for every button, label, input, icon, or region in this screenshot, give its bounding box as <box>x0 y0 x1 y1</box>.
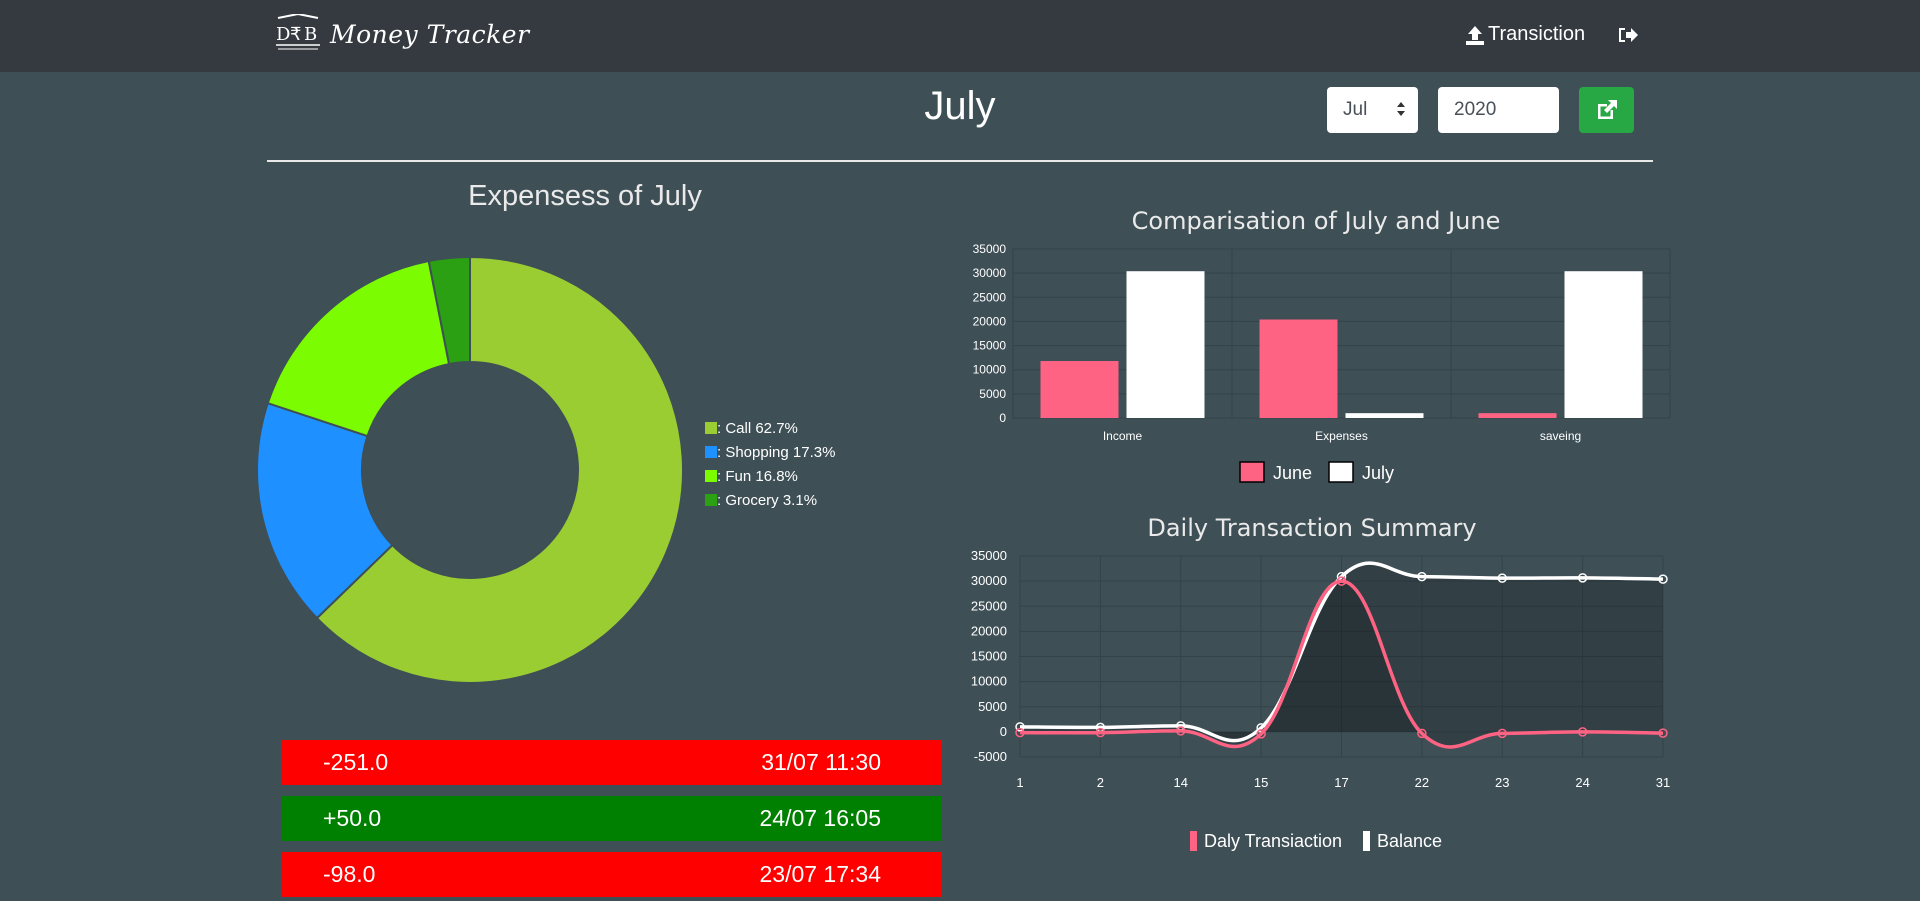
legend-label: June <box>1273 463 1312 483</box>
y-tick-label: 5000 <box>978 699 1007 714</box>
divider <box>267 160 1653 162</box>
transaction-row[interactable]: -98.0 23/07 17:34 <box>281 852 941 897</box>
legend-swatch <box>1239 461 1265 483</box>
y-tick-label: 15000 <box>971 649 1007 664</box>
line-chart-title: Daily Transaction Summary <box>1147 514 1476 542</box>
transaction-datetime: 31/07 11:30 <box>761 749 881 775</box>
transaction-link[interactable]: Transiction <box>1464 23 1585 46</box>
y-tick-label: 10000 <box>973 363 1007 377</box>
y-tick-label: 35000 <box>973 242 1007 256</box>
y-tick-label: 30000 <box>971 573 1007 588</box>
sort-caret-icon <box>1397 102 1405 116</box>
transaction-row[interactable]: +50.0 24/07 16:05 <box>281 796 941 841</box>
x-tick-label: 22 <box>1415 775 1429 790</box>
x-tick-label: 1 <box>1016 775 1023 790</box>
donut-slice-fun <box>266 259 451 438</box>
y-tick-label: -5000 <box>974 749 1007 764</box>
y-tick-label: 20000 <box>971 623 1007 638</box>
x-tick-label: 2 <box>1097 775 1104 790</box>
navbar: D ₹ B Money Tracker Transiction <box>0 0 1920 72</box>
legend-label: Daly Transiaction <box>1204 831 1342 851</box>
bar-july <box>1564 271 1643 418</box>
y-tick-label: 15000 <box>973 339 1007 353</box>
x-tick-label: 23 <box>1495 775 1509 790</box>
svg-text:D: D <box>276 24 290 45</box>
x-tick-label: Income <box>1103 429 1143 443</box>
y-tick-label: 35000 <box>971 548 1007 563</box>
transaction-amount: -98.0 <box>323 861 376 887</box>
month-title: July <box>924 84 996 128</box>
brand-logo-icon: D ₹ B <box>276 14 320 50</box>
y-tick-label: 20000 <box>973 314 1007 328</box>
month-select[interactable]: Jul <box>1327 87 1418 133</box>
transaction-datetime: 23/07 17:34 <box>759 861 881 887</box>
transaction-row[interactable]: -251.0 31/07 11:30 <box>281 740 941 785</box>
legend-label: : Fun 16.8% <box>717 468 798 485</box>
legend-swatch <box>705 470 717 482</box>
transaction-amount: +50.0 <box>323 805 382 831</box>
bar-july <box>1126 271 1205 418</box>
legend-swatch <box>705 422 717 434</box>
y-tick-label: 0 <box>999 411 1006 425</box>
legend-label: : Shopping 17.3% <box>717 444 835 461</box>
legend-swatch <box>1190 831 1197 851</box>
x-tick-label: 14 <box>1174 775 1188 790</box>
legend-swatch <box>1328 461 1354 483</box>
y-tick-label: 25000 <box>971 598 1007 613</box>
x-tick-label: saveing <box>1540 429 1581 443</box>
bar-june <box>1040 361 1119 418</box>
legend-label: : Grocery 3.1% <box>717 492 817 509</box>
y-tick-label: 5000 <box>979 387 1006 401</box>
year-input[interactable]: 2020 <box>1438 87 1559 133</box>
svg-text:₹: ₹ <box>290 24 301 45</box>
bar-july <box>1345 413 1424 418</box>
legend-label: July <box>1362 463 1394 483</box>
y-tick-label: 10000 <box>971 674 1007 689</box>
legend-swatch <box>705 494 717 506</box>
legend-swatch <box>1363 831 1370 851</box>
external-link-icon <box>1597 100 1617 119</box>
transaction-datetime: 24/07 16:05 <box>759 805 881 831</box>
bar-june <box>1478 413 1557 418</box>
bar-chart-title: Comparisation of July and June <box>1132 207 1501 235</box>
sign-out-icon <box>1619 28 1638 42</box>
x-tick-label: 31 <box>1656 775 1670 790</box>
x-tick-label: 17 <box>1334 775 1348 790</box>
brand[interactable]: D ₹ B Money Tracker <box>274 14 530 54</box>
comparison-bar-chart: Comparisation of July and June 35000 30000… <box>973 207 1671 483</box>
x-tick-label: 24 <box>1575 775 1589 790</box>
legend-swatch <box>705 446 717 458</box>
go-button[interactable] <box>1579 87 1634 133</box>
svg-text:B: B <box>304 24 317 45</box>
logout-button[interactable] <box>1617 25 1639 50</box>
brand-name: Money Tracker <box>330 19 530 49</box>
transaction-link-label: Transiction <box>1488 23 1586 45</box>
legend-label: : Call 62.7% <box>717 420 798 437</box>
x-tick-label: 15 <box>1254 775 1268 790</box>
upload-icon <box>1466 25 1484 45</box>
daily-line-chart: Daily Transaction Summary350003000025000… <box>971 514 1670 851</box>
legend-label: Balance <box>1377 831 1442 851</box>
y-tick-label: 0 <box>1000 724 1007 739</box>
x-tick-label: Expenses <box>1315 429 1368 443</box>
bar-june <box>1259 319 1338 418</box>
donut-chart: : Call 62.7% : Shopping 17.3% : Fun 16.8%:… <box>256 255 835 684</box>
y-tick-label: 30000 <box>973 266 1007 280</box>
transaction-amount: -251.0 <box>323 749 389 775</box>
y-tick-label: 25000 <box>973 290 1007 304</box>
month-select-value: Jul <box>1343 99 1368 120</box>
donut-chart-title: Expensess of July <box>468 180 702 212</box>
